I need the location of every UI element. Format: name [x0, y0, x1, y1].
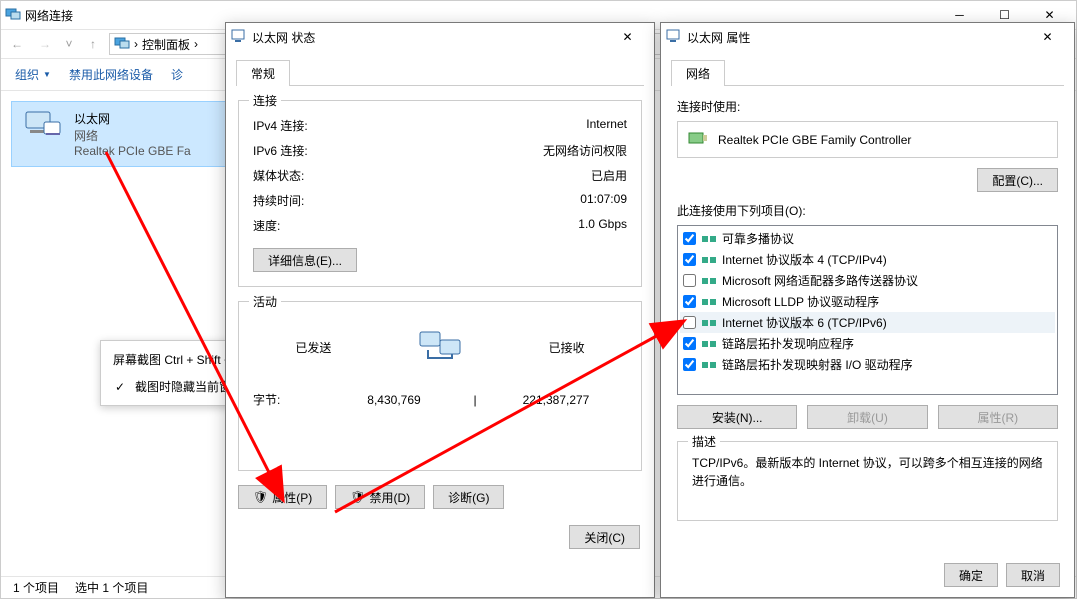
protocol-label: Internet 协议版本 4 (TCP/IPv4): [722, 251, 887, 268]
protocol-label: 链路层拓扑发现映射器 I/O 驱动程序: [722, 356, 913, 373]
tab-general[interactable]: 常规: [236, 60, 290, 86]
recent-dropdown[interactable]: ˅: [61, 32, 77, 56]
adapter-name-box: Realtek PCIe GBE Family Controller: [677, 121, 1058, 158]
install-button[interactable]: 安装(N)...: [677, 405, 797, 429]
network-adapter-icon: [24, 110, 64, 145]
media-value: 已启用: [591, 167, 627, 184]
statusbar-selected: 选中 1 个项目: [75, 579, 148, 596]
protocol-checkbox[interactable]: [683, 232, 696, 245]
group-activity-label: 活动: [249, 293, 281, 310]
protocol-item[interactable]: Internet 协议版本 4 (TCP/IPv4): [680, 249, 1055, 270]
ipv4-value: Internet: [586, 117, 627, 134]
protocol-label: Microsoft LLDP 协议驱动程序: [722, 293, 879, 310]
ipv6-label: IPv6 连接:: [253, 142, 308, 159]
protocol-icon: [702, 276, 716, 286]
speed-value: 1.0 Gbps: [578, 217, 627, 234]
status-close-btn[interactable]: 关闭(C): [569, 525, 640, 549]
ethernet-icon: [230, 28, 246, 47]
properties-button[interactable]: 🛡属性(P): [238, 485, 327, 509]
uses-label: 此连接使用下列项目(O):: [677, 202, 1058, 219]
protocol-item[interactable]: Microsoft LLDP 协议驱动程序: [680, 291, 1055, 312]
breadcrumb-icon: [114, 35, 130, 54]
status-dialog-title: 以太网 状态: [252, 29, 315, 46]
breadcrumb-sep: ›: [134, 37, 138, 51]
breadcrumb-item[interactable]: 控制面板: [142, 36, 190, 53]
details-button[interactable]: 详细信息(E)...: [253, 248, 357, 272]
activity-icon: [416, 328, 464, 367]
toolbar-disable[interactable]: 禁用此网络设备: [69, 66, 153, 83]
protocol-label: Internet 协议版本 6 (TCP/IPv6): [722, 314, 887, 331]
prop-close-button[interactable]: ✕: [1025, 23, 1070, 51]
protocol-checkbox[interactable]: [683, 358, 696, 371]
configure-button[interactable]: 配置(C)...: [977, 168, 1058, 192]
protocol-label: Microsoft 网络适配器多路传送器协议: [722, 272, 918, 289]
shield-icon: 🛡: [253, 490, 268, 504]
group-connection-label: 连接: [249, 92, 281, 109]
uninstall-button: 卸载(U): [807, 405, 927, 429]
protocol-checkbox[interactable]: [683, 337, 696, 350]
media-label: 媒体状态:: [253, 167, 304, 184]
item-properties-button: 属性(R): [938, 405, 1058, 429]
desc-label: 描述: [688, 433, 720, 450]
tab-network[interactable]: 网络: [671, 60, 725, 86]
connect-using-label: 连接时使用:: [677, 98, 1058, 115]
window-title: 网络连接: [25, 7, 73, 24]
recv-bytes: 221,387,277: [485, 393, 627, 407]
up-button[interactable]: ↑: [81, 32, 105, 56]
diagnose-button[interactable]: 诊断(G): [433, 485, 504, 509]
ipv4-label: IPv4 连接:: [253, 117, 308, 134]
desc-text: TCP/IPv6。最新版本的 Internet 协议，可以跨多个相互连接的网络进…: [692, 454, 1043, 490]
breadcrumb-sep: ›: [194, 37, 198, 51]
duration-label: 持续时间:: [253, 192, 304, 209]
protocol-checkbox[interactable]: [683, 295, 696, 308]
cancel-button[interactable]: 取消: [1006, 563, 1060, 587]
adapter-item-ethernet[interactable]: 以太网 网络 Realtek PCIe GBE Fa: [11, 101, 241, 167]
toolbar-diagnose[interactable]: 诊: [171, 66, 183, 83]
protocol-icon: [702, 234, 716, 244]
window-icon: [5, 6, 21, 25]
prop-dialog-title: 以太网 属性: [687, 29, 750, 46]
adapter-status: 网络: [74, 127, 191, 144]
protocol-item[interactable]: Internet 协议版本 6 (TCP/IPv6): [680, 312, 1055, 333]
protocol-listbox[interactable]: 可靠多播协议 Internet 协议版本 4 (TCP/IPv4) Microsof…: [677, 225, 1058, 395]
protocol-checkbox[interactable]: [683, 316, 696, 329]
ok-button[interactable]: 确定: [944, 563, 998, 587]
protocol-label: 链路层拓扑发现响应程序: [722, 335, 854, 352]
protocol-item[interactable]: 链路层拓扑发现响应程序: [680, 333, 1055, 354]
disable-button[interactable]: 🛡禁用(D): [335, 485, 425, 509]
sent-bytes: 8,430,769: [323, 393, 465, 407]
protocol-item[interactable]: 可靠多播协议: [680, 228, 1055, 249]
protocol-icon: [702, 297, 716, 307]
adapter-name: 以太网: [74, 110, 191, 127]
ethernet-icon: [665, 28, 681, 47]
speed-label: 速度:: [253, 217, 280, 234]
statusbar-count: 1 个项目: [13, 579, 59, 596]
adapter-device: Realtek PCIe GBE Fa: [74, 144, 191, 158]
sent-label: 已发送: [295, 339, 331, 356]
bytes-label: 字节:: [253, 391, 323, 408]
duration-value: 01:07:09: [580, 192, 627, 209]
shield-icon: 🛡: [350, 490, 365, 504]
back-button[interactable]: ←: [5, 32, 29, 56]
protocol-icon: [702, 339, 716, 349]
ipv6-value: 无网络访问权限: [543, 142, 627, 159]
forward-button[interactable]: →: [33, 32, 57, 56]
protocol-checkbox[interactable]: [683, 253, 696, 266]
protocol-item[interactable]: Microsoft 网络适配器多路传送器协议: [680, 270, 1055, 291]
toolbar-organize[interactable]: 组织 ▼: [15, 66, 51, 83]
protocol-icon: [702, 360, 716, 370]
adapter-full-name: Realtek PCIe GBE Family Controller: [718, 133, 911, 147]
protocol-label: 可靠多播协议: [722, 230, 794, 247]
check-icon: ✓: [113, 380, 127, 394]
status-close-button[interactable]: ✕: [605, 23, 650, 51]
recv-label: 已接收: [549, 339, 585, 356]
nic-icon: [688, 130, 708, 149]
protocol-checkbox[interactable]: [683, 274, 696, 287]
protocol-item[interactable]: 链路层拓扑发现映射器 I/O 驱动程序: [680, 354, 1055, 375]
protocol-icon: [702, 318, 716, 328]
protocol-icon: [702, 255, 716, 265]
